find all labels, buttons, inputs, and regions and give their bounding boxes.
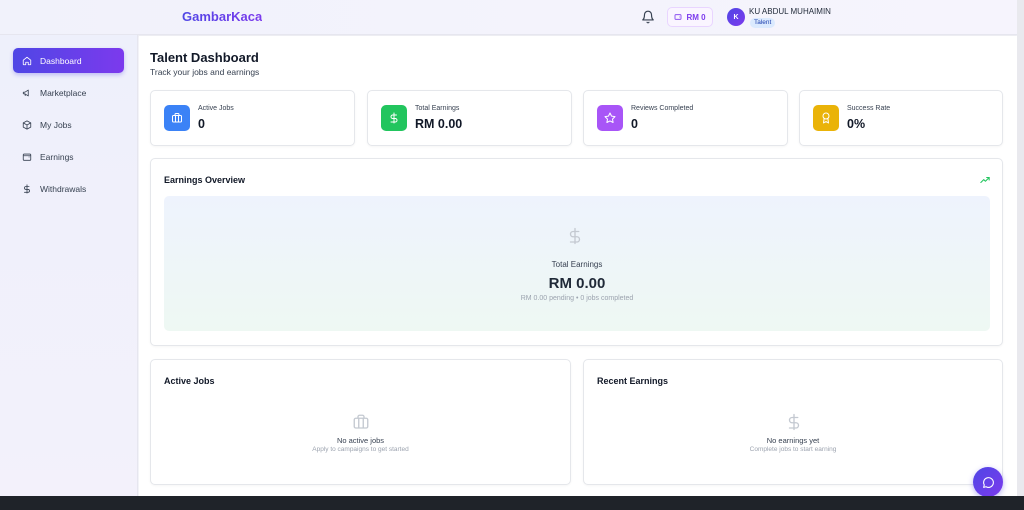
stat-value: 0 <box>198 117 205 131</box>
stat-label: Success Rate <box>847 105 891 112</box>
active-jobs-card: Active Jobs No active jobs Apply to camp… <box>150 359 571 485</box>
dollar-icon <box>569 227 581 245</box>
wallet-balance: RM 0 <box>686 12 706 22</box>
page-title: Talent Dashboard <box>150 50 259 65</box>
section-title: Earnings Overview <box>164 175 246 185</box>
stat-icon-box <box>813 105 839 131</box>
briefcase-icon <box>172 113 182 123</box>
stat-icon-box <box>597 105 623 131</box>
chat-button[interactable] <box>973 467 1003 497</box>
bell-icon[interactable] <box>641 9 655 25</box>
main-content: Talent Dashboard Track your jobs and ear… <box>139 36 1017 496</box>
stat-label: Reviews Completed <box>631 105 694 112</box>
sidebar-item-dashboard[interactable]: Dashboard <box>13 48 124 73</box>
stat-icon-box <box>164 105 190 131</box>
section-title: Recent Earnings <box>597 376 669 386</box>
wallet-icon <box>22 153 32 161</box>
home-icon <box>22 56 32 65</box>
sidebar-item-label: Earnings <box>40 151 74 162</box>
dollar-icon <box>390 112 398 124</box>
stat-card-reviews-completed: Reviews Completed 0 <box>583 90 788 146</box>
empty-state-subtitle: Complete jobs to start earning <box>749 446 837 453</box>
stat-card-success-rate: Success Rate 0% <box>799 90 1003 146</box>
user-name: KU ABDUL MUHAIMIN <box>749 7 831 16</box>
stat-label: Active Jobs <box>198 105 234 112</box>
brand-logo[interactable]: GambarKaca <box>182 9 262 24</box>
wallet-balance-button[interactable]: RM 0 <box>667 7 713 27</box>
top-header: GambarKaca RM 0 K KU ABDUL MUHAIMIN Tale… <box>0 0 1017 35</box>
stat-label: Total Earnings <box>415 105 460 112</box>
earnings-overview-card: Earnings Overview Total Earnings RM 0.00… <box>150 158 1003 346</box>
sidebar-item-marketplace[interactable]: Marketplace <box>13 80 124 105</box>
trending-up-icon <box>980 176 990 184</box>
recent-earnings-card: Recent Earnings No earnings yet Complete… <box>583 359 1003 485</box>
empty-state-title: No active jobs <box>336 436 385 445</box>
sidebar-item-label: Dashboard <box>40 55 82 66</box>
sidebar-item-label: My Jobs <box>40 119 72 130</box>
stat-value: 0% <box>847 117 866 131</box>
total-earnings-label: Total Earnings <box>551 260 603 269</box>
star-icon <box>604 112 616 123</box>
dollar-icon <box>24 183 30 194</box>
sidebar-item-label: Marketplace <box>40 87 87 98</box>
wallet-icon <box>675 14 682 20</box>
box-icon <box>22 119 32 130</box>
sidebar-item-label: Withdrawals <box>40 183 87 194</box>
stat-value: RM 0.00 <box>415 117 463 131</box>
bottom-bar <box>0 496 1024 510</box>
empty-state-subtitle: Apply to campaigns to get started <box>312 446 409 453</box>
role-badge: Talent <box>750 18 776 28</box>
avatar[interactable]: K <box>727 8 745 26</box>
stat-value: 0 <box>631 117 638 131</box>
stat-card-total-earnings: Total Earnings RM 0.00 <box>367 90 572 146</box>
earnings-summary-panel: Total Earnings RM 0.00 RM 0.00 pending •… <box>164 196 990 331</box>
earnings-summary-text: RM 0.00 pending • 0 jobs completed <box>520 295 634 302</box>
page-subtitle: Track your jobs and earnings <box>150 67 260 77</box>
sidebar-item-my-jobs[interactable]: My Jobs <box>13 112 124 137</box>
dollar-icon <box>788 413 800 431</box>
sidebar-item-withdrawals[interactable]: Withdrawals <box>13 176 124 201</box>
sidebar-item-earnings[interactable]: Earnings <box>13 144 124 169</box>
chat-bubble-icon <box>982 476 994 488</box>
total-earnings-value: RM 0.00 <box>548 275 606 292</box>
sidebar: Dashboard Marketplace My Jobs Earnings W… <box>0 35 138 496</box>
stat-card-active-jobs: Active Jobs 0 <box>150 90 355 146</box>
scrollbar[interactable] <box>1017 0 1024 496</box>
award-icon <box>822 112 830 124</box>
stat-icon-box <box>381 105 407 131</box>
megaphone-icon <box>22 89 29 96</box>
empty-state-title: No earnings yet <box>766 436 820 445</box>
briefcase-icon <box>353 414 369 429</box>
section-title: Active Jobs <box>164 376 215 386</box>
